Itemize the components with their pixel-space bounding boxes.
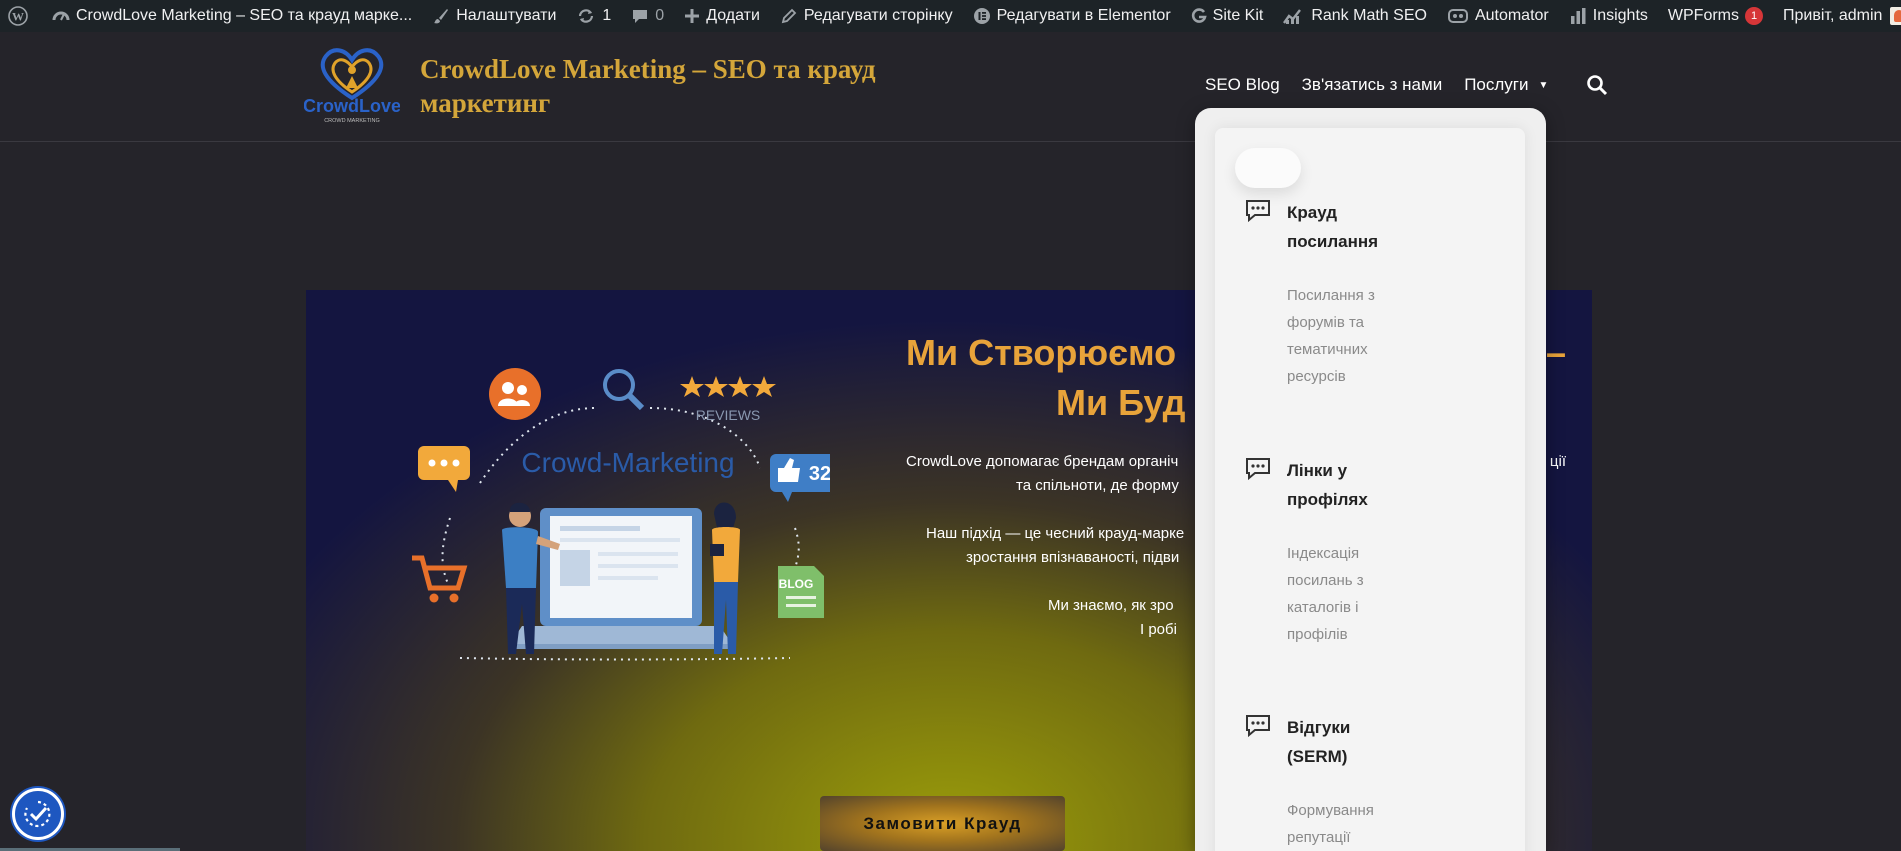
services-dropdown: Крауд посилання Посилання з форумів та т…: [1195, 108, 1546, 851]
avatar: [1890, 7, 1901, 25]
crowd-marketing-label: Crowd-Marketing: [521, 447, 734, 478]
dropdown-item-desc-line: Формування: [1287, 797, 1497, 824]
add-new-menu[interactable]: Додати: [674, 0, 770, 32]
plus-icon: [684, 8, 700, 24]
star-rating-icon: [680, 376, 776, 397]
wordpress-menu[interactable]: W: [0, 0, 42, 32]
insights-link[interactable]: Insights: [1559, 0, 1658, 32]
dropdown-item-desc-line: Посилання з: [1287, 282, 1497, 309]
dropdown-item-desc-line: тематичних: [1287, 336, 1497, 363]
pencil-icon: [780, 7, 798, 25]
logo-subtext: CROWD MARKETING: [324, 118, 380, 124]
edit-page-label: Редагувати сторінку: [804, 7, 953, 25]
elementor-icon: [973, 7, 991, 25]
insights-label: Insights: [1593, 7, 1648, 25]
rank-math-link[interactable]: Rank Math SEO: [1273, 0, 1437, 32]
add-new-label: Додати: [706, 7, 760, 25]
google-icon: [1191, 7, 1207, 25]
updates-link[interactable]: 1: [566, 0, 621, 32]
dropdown-item-desc-line: репутації: [1287, 824, 1497, 851]
accessibility-icon: [22, 798, 54, 830]
dropdown-item-profile-links[interactable]: Лінки у профілях Індексація посилань з к…: [1287, 456, 1497, 648]
dropdown-item-desc-line: посилань з: [1287, 567, 1497, 594]
automator-link[interactable]: Automator: [1437, 0, 1559, 32]
dropdown-pill: [1235, 148, 1301, 188]
site-logo[interactable]: CrowdLove CROWD MARKETING: [304, 40, 400, 125]
hero-heading-line1-end: –: [1546, 328, 1566, 378]
hero-heading-line1-start: Ми Створюємо: [906, 328, 1176, 378]
reviews-label: REVIEWS: [696, 407, 761, 423]
dropdown-item-crowd-links[interactable]: Крауд посилання Посилання з форумів та т…: [1287, 198, 1497, 390]
site-kit-label: Site Kit: [1213, 7, 1264, 25]
chat-bubble-icon: [1244, 456, 1272, 480]
wp-admin-bar: W CrowdLove Marketing – SEO та крауд мар…: [0, 0, 1901, 32]
dropdown-item-desc-line: каталогів і: [1287, 594, 1497, 621]
customize-label: Налаштувати: [456, 7, 556, 25]
comments-count: 0: [655, 7, 664, 25]
site-kit-link[interactable]: Site Kit: [1181, 0, 1274, 32]
dropdown-item-desc-line: Індексація: [1287, 540, 1497, 567]
rank-math-label: Rank Math SEO: [1311, 7, 1427, 25]
dropdown-item-desc-line: ресурсів: [1287, 363, 1497, 390]
dropdown-item-title-line1: Крауд: [1287, 198, 1497, 227]
chevron-down-icon[interactable]: ▼: [1539, 80, 1549, 91]
likes-count: 32: [809, 463, 830, 485]
dropdown-item-title-line2: посилання: [1287, 227, 1497, 256]
comment-icon: [631, 7, 649, 25]
dropdown-item-desc: Посилання з форумів та тематичних ресурс…: [1287, 282, 1497, 390]
brush-icon: [432, 7, 450, 25]
site-name-label: CrowdLove Marketing – SEO та крауд марке…: [76, 7, 412, 25]
dropdown-item-title-line2: профілях: [1287, 485, 1497, 514]
dropdown-item-title: Відгуки (SERM): [1287, 713, 1497, 771]
automator-icon: [1447, 8, 1469, 24]
site-title[interactable]: CrowdLove Marketing – SEO та крауд марке…: [420, 52, 920, 120]
dropdown-item-title-line1: Лінки у: [1287, 456, 1497, 485]
account-menu[interactable]: Привіт, admin: [1773, 0, 1901, 32]
dropdown-item-desc: Формування репутації: [1287, 797, 1497, 851]
nav-contact[interactable]: Зв'язатись з нами: [1302, 75, 1443, 95]
dropdown-item-reviews-serm[interactable]: Відгуки (SERM) Формування репутації: [1287, 713, 1497, 851]
svg-text:W: W: [12, 10, 24, 24]
chat-bubble-icon: [1244, 713, 1272, 737]
bar-chart-icon: [1569, 7, 1587, 25]
rankmath-icon: [1283, 7, 1305, 25]
wpforms-link[interactable]: WPForms 1: [1658, 0, 1773, 32]
crowd-marketing-illustration: REVIEWS Crowd-Marketing 32: [410, 368, 830, 663]
edit-elementor-link[interactable]: Редагувати в Elementor: [963, 0, 1181, 32]
site-name-menu[interactable]: CrowdLove Marketing – SEO та крауд марке…: [42, 0, 422, 32]
chat-bubble-icon: [1244, 198, 1272, 222]
nav-services[interactable]: Послуги: [1464, 75, 1528, 95]
blog-label: BLOG: [779, 577, 814, 591]
main-nav: SEO Blog Зв'язатись з нами Послуги ▼: [1205, 74, 1608, 96]
dropdown-item-title-line2: (SERM): [1287, 742, 1497, 771]
site-header: CrowdLove CROWD MARKETING CrowdLove Mark…: [0, 32, 1901, 142]
hero-p1-line1: CrowdLove допомагає брендам органіч: [906, 450, 1178, 474]
search-icon[interactable]: [1586, 74, 1608, 96]
dropdown-item-desc-line: форумів та: [1287, 309, 1497, 336]
edit-elementor-label: Редагувати в Elementor: [997, 7, 1171, 25]
dropdown-item-title: Лінки у профілях: [1287, 456, 1497, 514]
customize-link[interactable]: Налаштувати: [422, 0, 566, 32]
nav-seo-blog[interactable]: SEO Blog: [1205, 75, 1280, 95]
dropdown-item-desc: Індексація посилань з каталогів і профіл…: [1287, 540, 1497, 648]
dashboard-icon: [52, 7, 70, 25]
logo-text: CrowdLove: [304, 96, 400, 116]
dropdown-item-title-line1: Відгуки: [1287, 713, 1497, 742]
refresh-icon: [576, 7, 596, 25]
wpforms-label: WPForms: [1668, 7, 1739, 25]
greeting-label: Привіт, admin: [1783, 7, 1882, 25]
automator-label: Automator: [1475, 7, 1549, 25]
comments-link[interactable]: 0: [621, 0, 674, 32]
dropdown-item-desc-line: профілів: [1287, 621, 1497, 648]
order-crowd-button[interactable]: Замовити Крауд: [820, 796, 1065, 851]
hero-p1-line1-end: ції: [1550, 450, 1566, 474]
wpforms-badge: 1: [1745, 7, 1763, 25]
wordpress-icon: W: [8, 6, 28, 26]
edit-page-link[interactable]: Редагувати сторінку: [770, 0, 963, 32]
dropdown-item-title: Крауд посилання: [1287, 198, 1497, 256]
accessibility-button[interactable]: [12, 788, 64, 840]
updates-count: 1: [602, 7, 611, 25]
